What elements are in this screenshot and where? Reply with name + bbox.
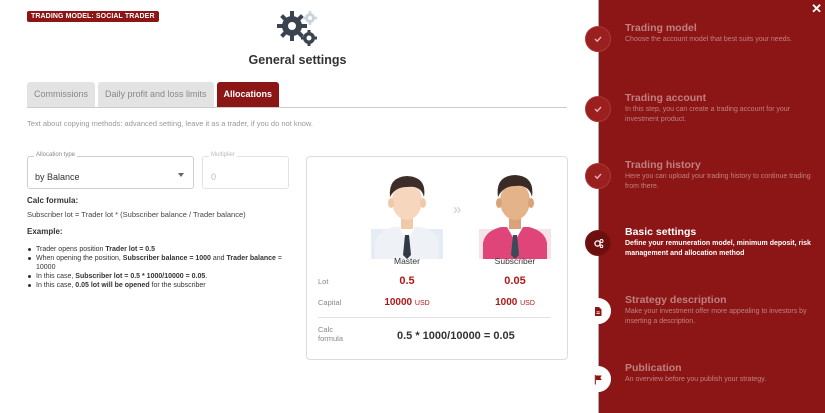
- wizard-step[interactable]: Trading account In this step, you can cre…: [625, 92, 820, 124]
- allocations-description: Text about copying methods: advanced set…: [27, 119, 314, 128]
- subscriber-lot-value: 0.05: [504, 275, 526, 287]
- tab-daily-limits[interactable]: Daily profit and loss limits: [98, 82, 214, 107]
- step-description: Make your investment offer more appealin…: [625, 308, 807, 325]
- settings-tabs: Commissions Daily profit and loss limits…: [27, 82, 280, 107]
- master-capital-value: 10000 USD: [384, 297, 430, 308]
- trading-model-badge: TRADING MODEL: SOCIAL TRADER: [27, 11, 159, 22]
- multiplier-label: Multiplier: [209, 152, 238, 158]
- tab-allocations[interactable]: Allocations: [216, 82, 280, 107]
- multiplier-placeholder: 0: [211, 172, 217, 182]
- capital-label: Capital: [318, 298, 342, 307]
- subscriber-label: Subscriber: [494, 256, 536, 266]
- page-title: General settings: [248, 53, 347, 67]
- allocation-example-card: » Master Subscriber Lot 0.5 0.05 Capital…: [306, 156, 568, 360]
- master-label: Master: [394, 256, 420, 266]
- flag-icon: [594, 374, 602, 384]
- allocation-type-label: Allocation type: [34, 152, 78, 158]
- check-icon: [594, 106, 602, 113]
- arrow-icon: »: [453, 201, 462, 218]
- master-avatar: [371, 176, 443, 259]
- step-document-icon[interactable]: [585, 298, 611, 324]
- wizard-step[interactable]: Basic settings Define your remuneration m…: [625, 226, 820, 258]
- example-item: Trader opens position Trader lot = 0.5: [27, 245, 297, 254]
- step-title: Trading account: [625, 92, 707, 104]
- allocation-type-value: by Balance: [35, 172, 80, 182]
- step-title: Basic settings: [625, 226, 697, 238]
- wizard-step[interactable]: Trading model Choose the account model th…: [625, 22, 820, 45]
- step-gears-icon[interactable]: [585, 230, 611, 256]
- tab-commissions[interactable]: Commissions: [27, 82, 96, 107]
- step-description: Choose the account model that best suits…: [625, 36, 792, 43]
- step-title: Trading history: [625, 159, 701, 171]
- subscriber-capital-value: 1000 USD: [495, 297, 535, 308]
- example-item: In this case, 0.05 lot will be opened fo…: [27, 281, 297, 290]
- lot-label: Lot: [318, 277, 329, 286]
- gears-icon: [277, 11, 317, 46]
- step-description: In this step, you can create a trading a…: [625, 106, 790, 123]
- example-item: In this case, Subscriber lot = 0.5 * 100…: [27, 272, 297, 281]
- step-check-icon[interactable]: [585, 26, 611, 52]
- step-flag-icon[interactable]: [585, 366, 611, 392]
- settings-page: TRADING MODEL: SOCIAL TRADER General set…: [0, 0, 825, 413]
- check-icon: [594, 173, 602, 180]
- multiplier-field[interactable]: Multiplier 0: [202, 152, 289, 189]
- step-title: Publication: [625, 362, 682, 374]
- calc-formula-heading: Calc formula:: [27, 196, 79, 205]
- wizard-step[interactable]: Publication An overview before you publis…: [625, 362, 820, 385]
- subscriber-avatar: [479, 175, 551, 259]
- step-check-icon[interactable]: [585, 163, 611, 189]
- example-item: When opening the position, Subscriber ba…: [27, 254, 297, 272]
- master-lot-value: 0.5: [399, 275, 415, 287]
- calc-formula-label: Calc formula: [318, 325, 344, 343]
- card-divider: [318, 317, 551, 318]
- step-description: Define your remuneration model, minimum …: [625, 240, 811, 257]
- steps-connector: [597, 40, 598, 380]
- close-icon[interactable]: ✕: [811, 1, 822, 17]
- example-list: Trader opens position Trader lot = 0.5 Wh…: [27, 245, 297, 290]
- step-check-icon[interactable]: [585, 96, 611, 122]
- document-icon: [595, 306, 602, 316]
- step-description: An overview before you publish your stra…: [625, 376, 767, 383]
- tabs-divider: [27, 107, 567, 108]
- example-heading: Example:: [27, 227, 63, 236]
- wizard-sidebar: ✕: [598, 0, 825, 413]
- step-title: Strategy description: [625, 294, 727, 306]
- calc-formula-result: 0.5 * 1000/10000 = 0.05: [397, 330, 515, 342]
- allocation-type-select[interactable]: Allocation type by Balance: [27, 152, 194, 189]
- calc-formula-text: Subscriber lot = Trader lot * (Subscribe…: [27, 210, 246, 219]
- step-title: Trading model: [625, 22, 697, 34]
- wizard-step[interactable]: Trading history Here you can upload your …: [625, 159, 820, 191]
- wizard-step[interactable]: Strategy description Make your investment…: [625, 294, 820, 326]
- check-icon: [594, 36, 602, 43]
- gears-icon: [593, 238, 603, 248]
- step-description: Here you can upload your trading history…: [625, 173, 811, 190]
- chevron-down-icon: [178, 173, 184, 177]
